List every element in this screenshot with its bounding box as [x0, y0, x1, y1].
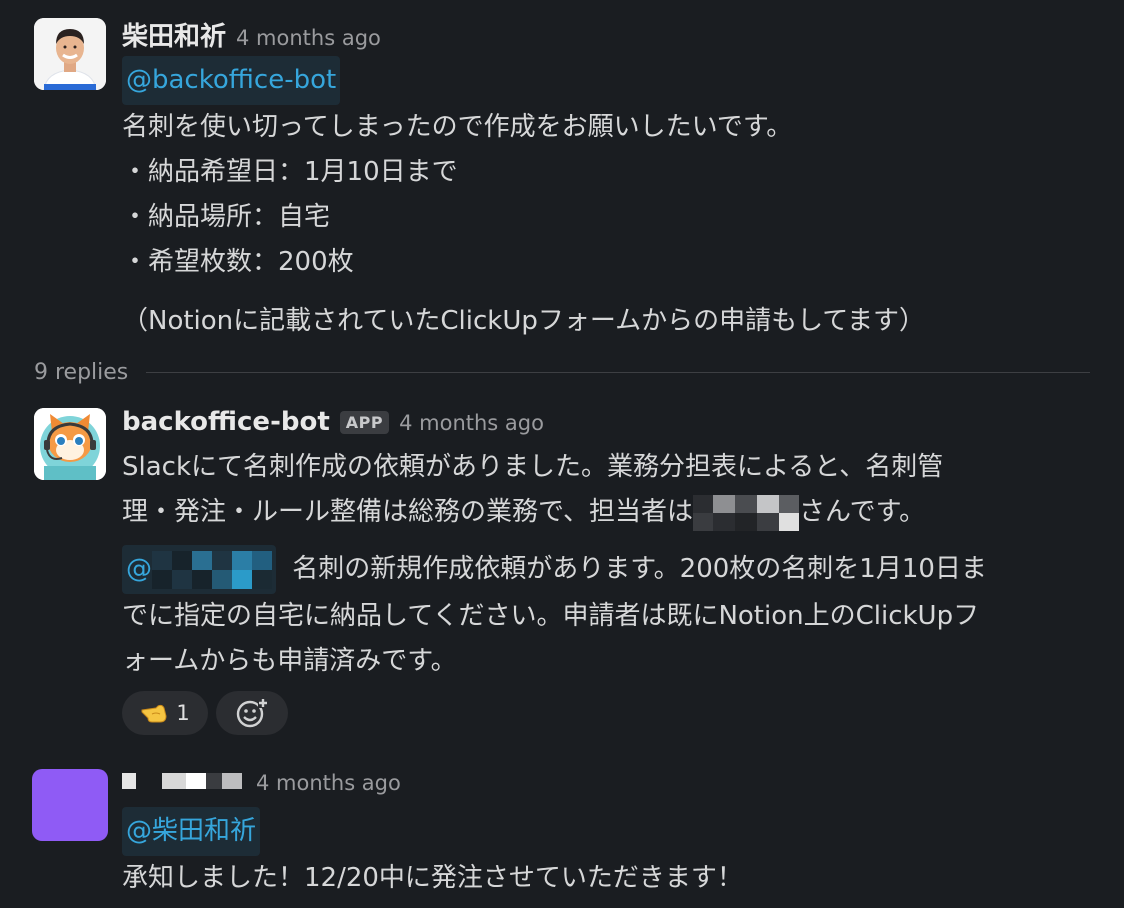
message-line: 理・発注・ルール整備は総務の業務で、担当者は	[122, 497, 693, 527]
replies-count: 9 replies	[34, 359, 129, 385]
add-reaction-button[interactable]	[216, 691, 288, 735]
message-line: ・希望枚数：200枚	[122, 247, 354, 277]
message-line: ・納品希望日：1月10日まで	[122, 157, 458, 187]
author-name[interactable]: backoffice-bot	[122, 407, 330, 437]
timestamp[interactable]: 4 months ago	[399, 411, 544, 435]
avatar-user[interactable]	[32, 769, 108, 841]
redacted-name-icon	[692, 494, 799, 531]
message-line: ・納品場所：自宅	[122, 202, 331, 232]
avatar-shibata[interactable]	[34, 18, 106, 90]
redacted-author-name	[122, 773, 242, 789]
reaction-button[interactable]: 1	[122, 691, 208, 735]
timestamp[interactable]: 4 months ago	[256, 771, 401, 795]
add-reaction-icon	[236, 698, 268, 728]
message-line: 名刺の新規作成依頼があります。200枚の名刺を1月10日ま	[292, 554, 987, 584]
message-line: 名刺を使い切ってしまったので作成をお願いしたいです。	[122, 112, 793, 142]
author-name[interactable]: 柴田和祈	[122, 16, 226, 53]
timestamp[interactable]: 4 months ago	[236, 26, 381, 50]
message-line: でに指定の自宅に納品してください。申請者は既にNotion上のClickUpフ	[122, 601, 980, 631]
message-line: Slackにて名刺作成の依頼がありました。業務分担表によると、名刺管	[122, 452, 944, 482]
message-3: 4 months ago @柴田和祈 承知しました！12/20中に発注させていた…	[0, 755, 1124, 908]
avatar-backoffice-bot[interactable]	[34, 408, 106, 480]
message-line: 承知しました！12/20中に発注させていただきます！	[122, 863, 743, 893]
mention-redacted[interactable]: @	[122, 545, 276, 594]
message-2: backoffice-bot APP 4 months ago Slackにて名…	[0, 395, 1124, 745]
divider-line	[146, 371, 1090, 373]
message-line: （Notionに記載されていたClickUpフォームからの申請もしてます）	[122, 306, 926, 336]
redacted-mention-icon	[152, 550, 272, 589]
replies-divider: 9 replies	[34, 354, 1090, 390]
mention-shibata[interactable]: @柴田和祈	[122, 807, 261, 856]
pointing-hand-emoji	[141, 704, 167, 723]
mention-at: @	[126, 554, 152, 584]
person-avatar-icon	[34, 18, 106, 90]
message-1: 柴田和祈 4 months ago @backoffice-bot 名刺を使い切…	[0, 0, 1124, 350]
app-badge: APP	[339, 410, 390, 434]
cat-avatar-icon	[34, 408, 106, 480]
message-line: ォームからも申請済みです。	[122, 646, 457, 676]
reaction-count: 1	[176, 701, 190, 725]
mention-backoffice-bot[interactable]: @backoffice-bot	[122, 56, 341, 105]
message-line: さんです。	[798, 497, 926, 527]
